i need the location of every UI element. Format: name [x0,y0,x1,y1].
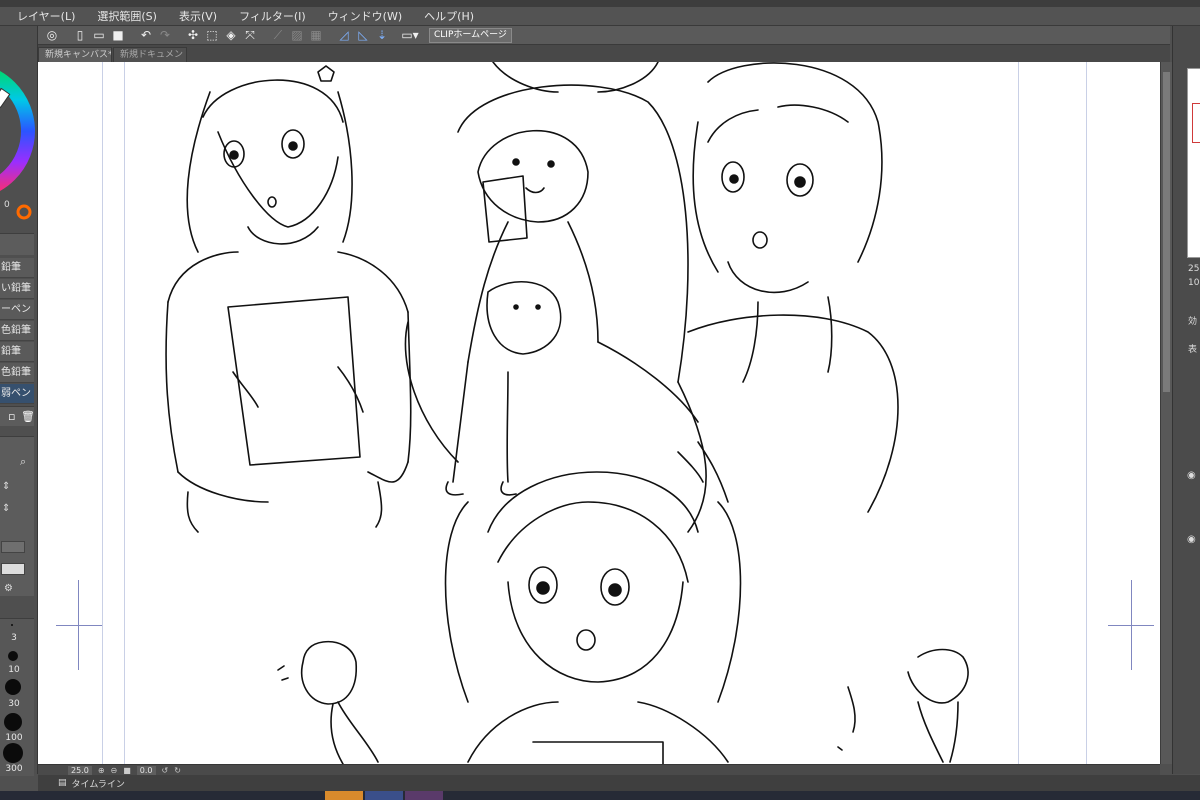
transform-icon[interactable]: ✣ [185,28,201,43]
save-icon[interactable]: ■ [110,28,126,43]
settings-icon[interactable]: ⚙ [4,583,13,594]
search-icon[interactable]: ⌕ [20,455,26,469]
menu-help[interactable]: ヘルプ(H) [413,7,485,26]
fill-icon[interactable]: ◈ [223,28,239,43]
brush-size-label: 10 [8,665,20,675]
brush-item[interactable]: 鉛筆 [0,342,34,362]
tab-new-canvas[interactable]: 新規キャンバス* [38,47,112,62]
open-file-icon[interactable]: ▭ [91,28,107,43]
brush-size-label: 30 [8,699,20,709]
menu-selection[interactable]: 選択範囲(S) [86,7,168,26]
brush-size-dot[interactable] [4,713,22,731]
panel-tab-label[interactable]: 効 [1188,314,1197,327]
rotate-right-icon[interactable]: ↻ [174,766,181,775]
brush-size-dot[interactable] [8,651,18,661]
eye-icon[interactable]: ◉ [1187,534,1196,545]
menu-window[interactable]: ウィンドウ(W) [317,7,413,26]
vertical-scrollbar[interactable] [1160,62,1172,764]
eye-icon[interactable]: ◉ [1187,470,1196,481]
property-dropdown[interactable] [1,541,25,553]
brush-item[interactable]: ーペン [0,300,34,320]
snap-icon[interactable]: ▦ [308,28,324,43]
drawing-canvas[interactable] [38,62,1160,764]
brush-item[interactable]: 色鉛筆 [0,321,34,341]
snap-special-icon[interactable]: ◺ [355,28,371,43]
rotate-left-icon[interactable]: ↺ [162,766,169,775]
brush-size-dot[interactable] [11,624,13,626]
tool-property-panel: ⌕ ⇕ ⇕ ⚙ [0,436,34,596]
brush-panel-footer: ▫ 🗑 [0,406,35,426]
timeline-bar: ▤ タイムライン [38,775,1200,791]
taskbar-app-icon[interactable] [405,791,443,800]
zoom-out-icon[interactable]: ⊖ [111,766,118,775]
right-panel: 25 10 効 表 ◉ ◉ [1172,26,1200,774]
scrollbar-thumb[interactable] [1163,72,1170,392]
taskbar-app-icon[interactable] [365,791,403,800]
ruler-off-icon[interactable]: ▨ [289,28,305,43]
left-tool-panel: 0 鉛筆 い鉛筆 ーペン 色鉛筆 鉛筆 色鉛筆 2 弱ペン ▫ 🗑 ⌕ ⇕ ⇕ … [0,26,38,776]
color-wheel[interactable] [0,36,36,226]
brush-panel-header [0,233,34,255]
snap-ruler-icon[interactable]: ◿ [336,28,352,43]
navigator-preview[interactable] [1187,68,1200,258]
chibi-left-sketch [277,640,379,764]
new-file-icon[interactable]: ▯ [72,28,88,43]
brush-item-selected[interactable]: 弱ペン [0,384,34,404]
brush-size-label: 3 [11,633,17,643]
command-bar: ◎ ▯ ▭ ■ ↶ ↷ ✣ ⬚ ◈ ⤧ ⟋ ▨ ▦ ◿ ◺ ⇣ ▭▾ CLIPホ… [38,26,1170,45]
new-brush-icon[interactable]: ▫ [8,410,15,423]
brush-size-label: 300 [5,764,23,774]
brush-size-panel: 3 10 30 100 300 [0,618,34,776]
taskbar-app-icon[interactable] [325,791,363,800]
menu-bar: レイヤー(L) 選択範囲(S) 表示(V) フィルター(I) ウィンドウ(W) … [0,7,1200,26]
brush-item[interactable]: 鉛筆 [0,258,34,278]
status-bar: 25.0 ⊕ ⊖ ■ 0.0 ↺ ↻ [38,764,1160,775]
zoom-value[interactable]: 25.0 [68,765,92,775]
snap-grid-icon[interactable]: ⇣ [374,28,390,43]
ruler-icon[interactable]: ⟋ [270,28,286,43]
menu-view[interactable]: 表示(V) [168,7,228,26]
sketch-artwork [165,62,969,764]
timeline-label[interactable]: タイムライン [72,777,125,790]
clip-studio-icon[interactable]: ◎ [44,28,60,43]
zoom-in-icon[interactable]: ⊕ [98,766,105,775]
brush-size-dot[interactable] [3,743,23,763]
stepper-icon[interactable]: ⇕ [2,503,10,514]
menu-layer[interactable]: レイヤー(L) [6,7,86,26]
brush-item[interactable]: 色鉛筆 2 [0,363,34,383]
tab-new-document[interactable]: 新規ドキュメント- [113,47,187,62]
monitor-icon[interactable]: ▭▾ [401,28,418,43]
navigator-rotation-label: 10 [1188,278,1200,288]
character-bottom-sketch [444,471,742,764]
document-tab-bar: 新規キャンバス* 新規ドキュメント- [38,45,1170,62]
character-right-sketch [677,62,899,513]
clip-homepage-button[interactable]: CLIPホームページ [429,27,512,43]
color-swatch[interactable] [1,563,25,575]
timeline-icon[interactable]: ▤ [58,778,67,788]
brush-size-dot[interactable] [5,679,21,695]
brush-size-label: 100 [5,733,23,743]
character-center-sketch [404,62,707,533]
select-all-icon[interactable]: ⬚ [204,28,220,43]
panel-tab-label[interactable]: 表 [1188,342,1197,355]
undo-icon[interactable]: ↶ [138,28,154,43]
trash-icon[interactable]: 🗑 [21,410,35,423]
navigator-view-frame[interactable] [1192,103,1200,143]
menu-filter[interactable]: フィルター(I) [228,7,317,26]
stepper-icon[interactable]: ⇕ [2,481,10,492]
os-taskbar [0,791,1200,800]
expand-icon[interactable]: ⤧ [242,28,258,43]
navigator-zoom-label: 25 [1188,264,1200,274]
color-value-label: 0 [4,200,10,210]
brush-item[interactable]: い鉛筆 [0,279,34,299]
rotation-value[interactable]: 0.0 [136,765,156,775]
fit-screen-icon[interactable]: ■ [123,766,131,775]
chibi-right-sketch [837,648,969,763]
character-left-sketch [165,65,412,533]
clip-studio-window: レイヤー(L) 選択範囲(S) 表示(V) フィルター(I) ウィンドウ(W) … [0,0,1200,800]
redo-icon[interactable]: ↷ [157,28,173,43]
